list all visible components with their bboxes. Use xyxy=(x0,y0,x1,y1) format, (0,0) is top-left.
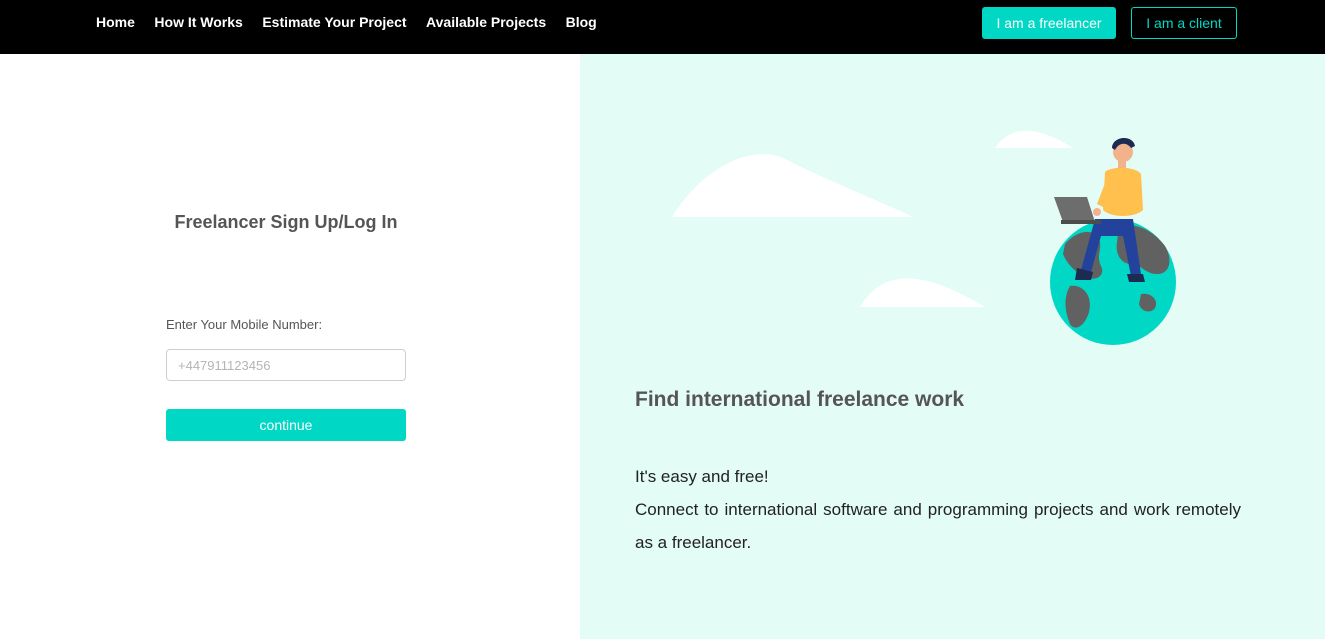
nav-link-blog[interactable]: Blog xyxy=(566,14,597,30)
client-button[interactable]: I am a client xyxy=(1131,7,1237,39)
freelancer-on-globe-illustration xyxy=(672,130,1176,345)
continue-button[interactable]: continue xyxy=(166,409,406,441)
form-title: Freelancer Sign Up/Log In xyxy=(174,212,398,232)
promo-line-1: It's easy and free! xyxy=(635,467,769,486)
promo-description: It's easy and free! Connect to internati… xyxy=(635,460,1241,559)
cloud-large-icon xyxy=(672,154,913,217)
cloud-small-bottom-icon xyxy=(860,278,985,307)
mobile-number-input[interactable] xyxy=(166,349,406,381)
cloud-small-top-icon xyxy=(995,130,1073,148)
nav-link-estimate-project[interactable]: Estimate Your Project xyxy=(262,14,406,30)
top-navbar: Home How It Works Estimate Your Project … xyxy=(0,0,1325,54)
nav-link-home[interactable]: Home xyxy=(96,14,135,30)
promo-line-2: Connect to international software and pr… xyxy=(635,500,1241,552)
nav-links: Home How It Works Estimate Your Project … xyxy=(96,0,616,44)
promo-panel: Find international freelance work It's e… xyxy=(580,54,1325,639)
nav-link-how-it-works[interactable]: How It Works xyxy=(154,14,242,30)
signup-panel: Freelancer Sign Up/Log In Enter Your Mob… xyxy=(0,54,580,639)
freelancer-button[interactable]: I am a freelancer xyxy=(982,7,1116,39)
mobile-number-label: Enter Your Mobile Number: xyxy=(166,317,323,332)
nav-link-available-projects[interactable]: Available Projects xyxy=(426,14,546,30)
globe-icon xyxy=(1050,219,1176,345)
promo-headline: Find international freelance work xyxy=(635,388,965,411)
